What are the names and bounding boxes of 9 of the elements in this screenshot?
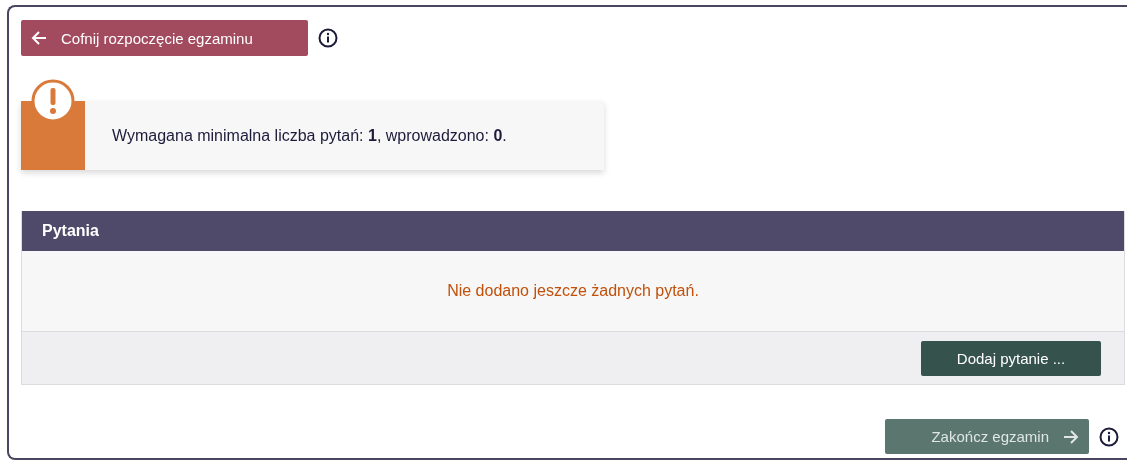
info-icon[interactable] bbox=[1099, 426, 1119, 447]
info-icon[interactable] bbox=[318, 28, 338, 48]
alert-message: Wymagana minimalna liczba pytań: 1, wprowadzono: 0. bbox=[112, 126, 507, 145]
add-question-button[interactable]: Dodaj pytanie ... bbox=[921, 340, 1101, 376]
panel-title: Pytania bbox=[22, 211, 1124, 251]
arrow-right-icon bbox=[1063, 429, 1079, 444]
empty-message: Nie dodano jeszcze żadnych pytań. bbox=[447, 282, 699, 300]
back-button[interactable]: Cofnij rozpoczęcie egzaminu bbox=[21, 20, 308, 56]
arrow-left-icon bbox=[31, 31, 47, 45]
